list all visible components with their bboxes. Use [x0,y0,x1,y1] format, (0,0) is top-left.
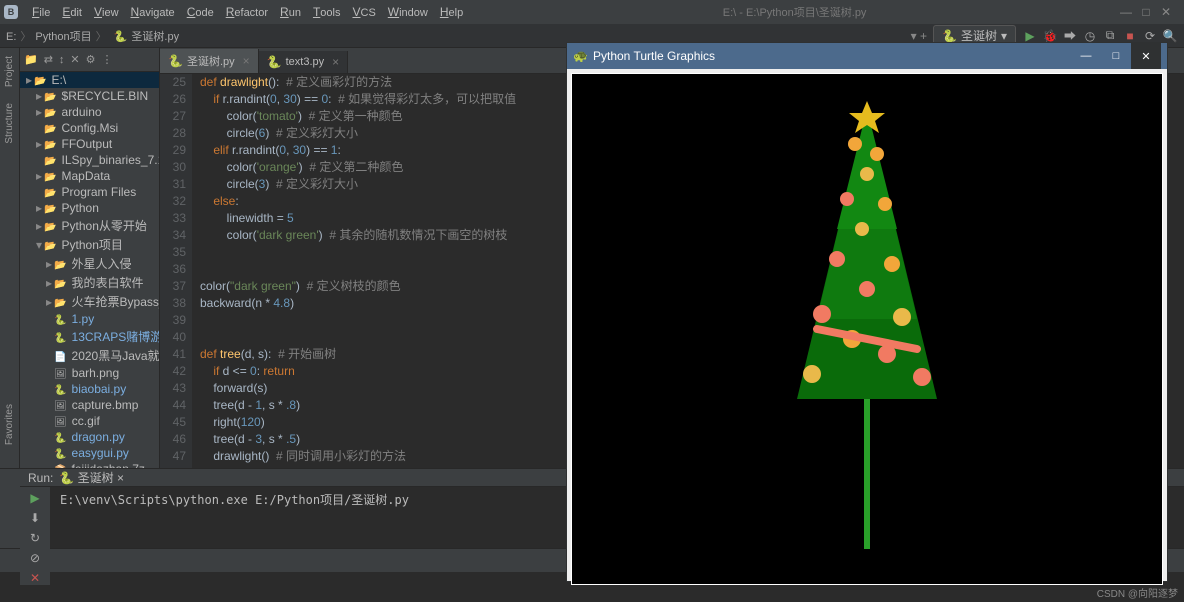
file-type-icon: 🐍 [111,31,128,43]
tree-item-1[interactable]: ▸📂 $RECYCLE.BIN [20,88,159,104]
python-icon: 🐍 [942,29,957,43]
sidetab-favorites-wrap: Favorites [0,400,20,452]
menu-file[interactable]: File [26,5,56,19]
turtle-controls: — □ ✕ [1071,43,1161,69]
menu-code[interactable]: Code [181,5,220,19]
crumb-sep: 〉 [20,31,31,43]
run-tool-4[interactable]: ✕ [30,571,40,585]
tree-item-6[interactable]: ▸📂 MapData [20,168,159,184]
editor-tab-1[interactable]: 🐍 text3.py × [259,51,349,73]
tree-item-10[interactable]: ▾📂 Python项目 [20,235,159,254]
gutter: 2526272829303132333435363738394041424344… [160,74,192,468]
menu-refactor[interactable]: Refactor [220,5,274,19]
tree-item-22[interactable]: 🐍 easygui.py [20,445,159,461]
menu-vcs[interactable]: VCS [346,5,381,19]
run-tool-2[interactable]: ↻ [30,531,40,545]
tree-item-11[interactable]: ▸📂 外星人入侵 [20,254,159,273]
menubar: FileEditViewNavigateCodeRefactorRunTools… [26,5,469,19]
tree-item-8[interactable]: ▸📂 Python [20,200,159,216]
close-button[interactable]: ✕ [1160,5,1172,19]
tree-tool-3[interactable]: ✕ [70,53,79,66]
run-tool-1[interactable]: ⬇ [30,511,40,525]
run-tool-3[interactable]: ⊘ [30,551,40,565]
run-config-tab[interactable]: 🐍 圣诞树 × [59,469,124,486]
maximize-button[interactable]: □ [1140,5,1152,19]
christmas-tree-drawing [727,99,1007,559]
menu-window[interactable]: Window [382,5,434,19]
breadcrumb: E: 〉 Python项目〉 🐍圣诞树.py [6,28,183,44]
python-icon: 🐍 [168,54,183,68]
menu-navigate[interactable]: Navigate [125,5,181,19]
crumb-sep: 〉 [96,31,107,43]
tree-tool-1[interactable]: ⇄ [44,53,53,66]
crumb-0[interactable]: E: [6,31,16,43]
window-title: E:\ - E:\Python项目\圣诞树.py [469,4,1120,20]
run-tool-0[interactable]: ▶ [30,491,39,505]
turtle-titlebar: 🐢 Python Turtle Graphics — □ ✕ [567,43,1167,69]
tree-tool-5[interactable]: ⋮ [102,53,113,66]
tree-item-7[interactable]: 📂 Program Files [20,184,159,200]
menu-edit[interactable]: Edit [56,5,88,19]
tree-item-21[interactable]: 🐍 dragon.py [20,429,159,445]
crumb-2[interactable]: 圣诞树.py [131,31,179,43]
tree-item-18[interactable]: 🐍 biaobai.py [20,381,159,397]
run-sidetab [0,469,20,548]
sidetab-structure[interactable]: Structure [2,95,17,152]
tree-item-5[interactable]: 📂 ILSpy_binaries_7.1.0.6 [20,152,159,168]
tree-item-0[interactable]: ▸📂 E:\ [20,72,159,88]
turtle-window[interactable]: 🐢 Python Turtle Graphics — □ ✕ [566,42,1168,582]
add-config-icon[interactable]: ▾ + [911,29,927,43]
tree-item-19[interactable]: 🖼 capture.bmp [20,397,159,413]
tree-tool-4[interactable]: ⚙ [86,53,96,66]
window-controls: — □ ✕ [1120,5,1180,19]
menu-view[interactable]: View [88,5,125,19]
tree-item-16[interactable]: 📄 2020黑马Java就业班 [20,346,159,365]
tree-item-9[interactable]: ▸📂 Python从零开始 [20,216,159,235]
close-tab-icon[interactable]: × [332,55,339,69]
sidetab-project[interactable]: Project [2,48,17,95]
sidetab-favorites[interactable]: Favorites [0,400,19,449]
tree-item-17[interactable]: 🖼 barh.png [20,365,159,381]
tree-item-23[interactable]: 📦 feijidazhan.7z [20,461,159,468]
chevron-down-icon: ▾ [1001,29,1007,43]
tree-item-4[interactable]: ▸📂 FFOutput [20,136,159,152]
close-tab-icon[interactable]: × [243,54,250,68]
watermark: CSDN @向阳逐梦 [1097,585,1178,600]
tree-item-12[interactable]: ▸📂 我的表白软件 [20,273,159,292]
menu-help[interactable]: Help [434,5,469,19]
tree-item-15[interactable]: 🐍 13CRAPS赌博游戏2. [20,327,159,346]
tree-list: ▸📂 E:\▸📂 $RECYCLE.BIN▸📂 arduino 📂 Config… [20,72,159,468]
editor-tab-0[interactable]: 🐍 圣诞树.py × [160,49,259,73]
app-logo: B [4,5,18,19]
menu-run[interactable]: Run [274,5,307,19]
tree-tool-2[interactable]: ↕ [59,54,65,66]
tree-toolbar: 📁 ⇄ ↕ ✕ ⚙ ⋮ [20,48,159,72]
tree-item-3[interactable]: 📂 Config.Msi [20,120,159,136]
minimize-button[interactable]: — [1120,5,1132,19]
project-tree: 📁 ⇄ ↕ ✕ ⚙ ⋮ ▸📂 E:\▸📂 $RECYCLE.BIN▸📂 arduino 📂… [20,48,160,468]
turtle-canvas [571,73,1163,585]
turtle-min-button[interactable]: — [1071,43,1101,69]
turtle-max-button[interactable]: □ [1101,43,1131,69]
python-icon: 🐍 [267,55,282,69]
turtle-icon: 🐢 [573,49,587,63]
titlebar: B FileEditViewNavigateCodeRefactorRunToo… [0,0,1184,24]
turtle-title: Python Turtle Graphics [593,49,715,63]
tree-tool-0[interactable]: 📁 [24,53,38,66]
run-label: Run: [28,471,53,485]
tree-item-14[interactable]: 🐍 1.py [20,311,159,327]
run-icons: ▶ ⬇ ↻ ⊘ ✕ [20,487,50,585]
crumb-1[interactable]: Python项目 [35,31,91,43]
menu-tools[interactable]: Tools [307,5,347,19]
turtle-close-button[interactable]: ✕ [1131,43,1161,69]
tree-item-13[interactable]: ▸📂 火车抢票Bypass_1.14 [20,292,159,311]
tree-item-2[interactable]: ▸📂 arduino [20,104,159,120]
tree-item-20[interactable]: 🖼 cc.gif [20,413,159,429]
